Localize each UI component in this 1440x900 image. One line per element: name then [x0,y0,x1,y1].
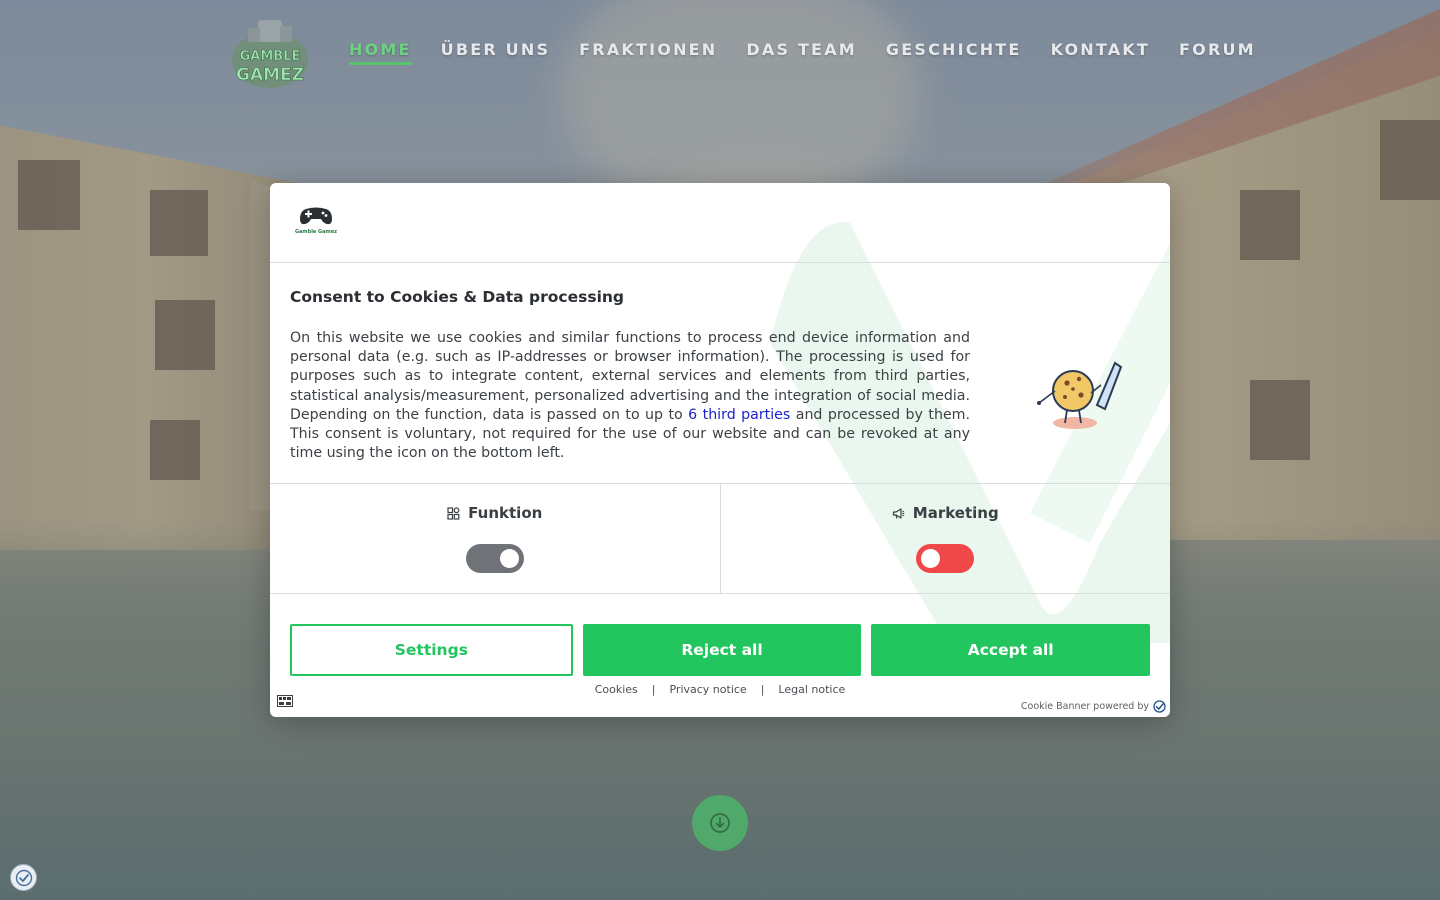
consent-categories: Funktion Marketing [270,483,1170,594]
category-marketing: Marketing [719,484,1171,593]
nav-item-ueber-uns[interactable]: ÜBER UNS [441,40,551,65]
dialog-actions: Settings Reject all Accept all [290,624,1151,676]
cookies-link[interactable]: Cookies [595,683,638,696]
powered-by: Cookie Banner powered by [1021,700,1166,713]
language-icon[interactable] [277,695,293,707]
nav-item-das-team[interactable]: DAS TEAM [746,40,857,65]
marketing-toggle[interactable] [916,544,975,573]
nav-item-forum[interactable]: FORUM [1179,40,1256,65]
category-funktion: Funktion [270,484,720,593]
settings-button[interactable]: Settings [290,624,573,676]
dialog-description: On this website we use cookies and simil… [290,329,970,463]
accept-all-button[interactable]: Accept all [871,624,1151,676]
site-logo-line2: GAMEZ [236,65,304,85]
nav-item-kontakt[interactable]: KONTAKT [1051,40,1150,65]
cookie-consent-dialog: Gamble Gamez Consent to Cookies & Data p… [270,183,1170,717]
cookie-mascot-illustration [1037,361,1123,429]
link-separator: | [760,683,765,696]
megaphone-icon [892,507,905,519]
scroll-down-button[interactable] [692,795,748,851]
dialog-title: Consent to Cookies & Data processing [290,288,625,306]
dialog-footer-links: Cookies | Privacy notice | Legal notice [270,683,1170,696]
powered-by-text: Cookie Banner powered by [1020,701,1149,712]
privacy-notice-link[interactable]: Privacy notice [669,683,746,696]
legal-notice-link[interactable]: Legal notice [778,683,845,696]
nav-item-home[interactable]: HOME [349,40,412,65]
site-logo-line1: GAMBLE [240,49,301,64]
dialog-logo-text: Gamble Gamez [295,229,337,235]
dialog-header: Gamble Gamez [270,183,1170,263]
link-separator: | [651,683,656,696]
reject-all-button[interactable]: Reject all [582,624,862,676]
site-logo[interactable]: GAMBLE GAMEZ [228,14,312,92]
nav-item-geschichte[interactable]: GESCHICHTE [886,40,1022,65]
shield-check-icon [15,869,32,886]
consent-settings-fab[interactable] [10,864,37,891]
category-funktion-label: Funktion [468,504,543,522]
gamepad-logo-icon: Gamble Gamez [295,207,337,235]
nav-item-fraktionen[interactable]: FRAKTIONEN [579,40,717,65]
category-marketing-label: Marketing [912,504,999,522]
funktion-toggle[interactable] [465,544,524,573]
third-parties-link[interactable]: 6 third parties [688,407,790,423]
arrow-down-circle-icon [710,813,730,833]
main-nav: HOME ÜBER UNS FRAKTIONEN DAS TEAM GESCHI… [349,40,1285,65]
brand-check-icon [1153,700,1166,713]
function-icon [447,506,460,520]
